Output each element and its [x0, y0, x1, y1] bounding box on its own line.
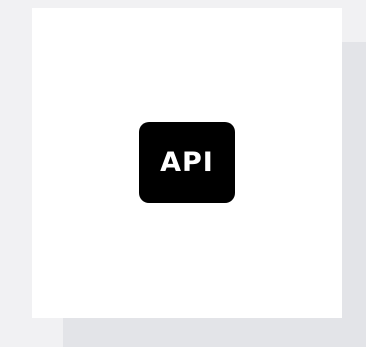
api-icon-label: API: [160, 147, 214, 178]
icon-preview-stage: API: [0, 0, 366, 347]
api-icon: API: [139, 122, 235, 203]
